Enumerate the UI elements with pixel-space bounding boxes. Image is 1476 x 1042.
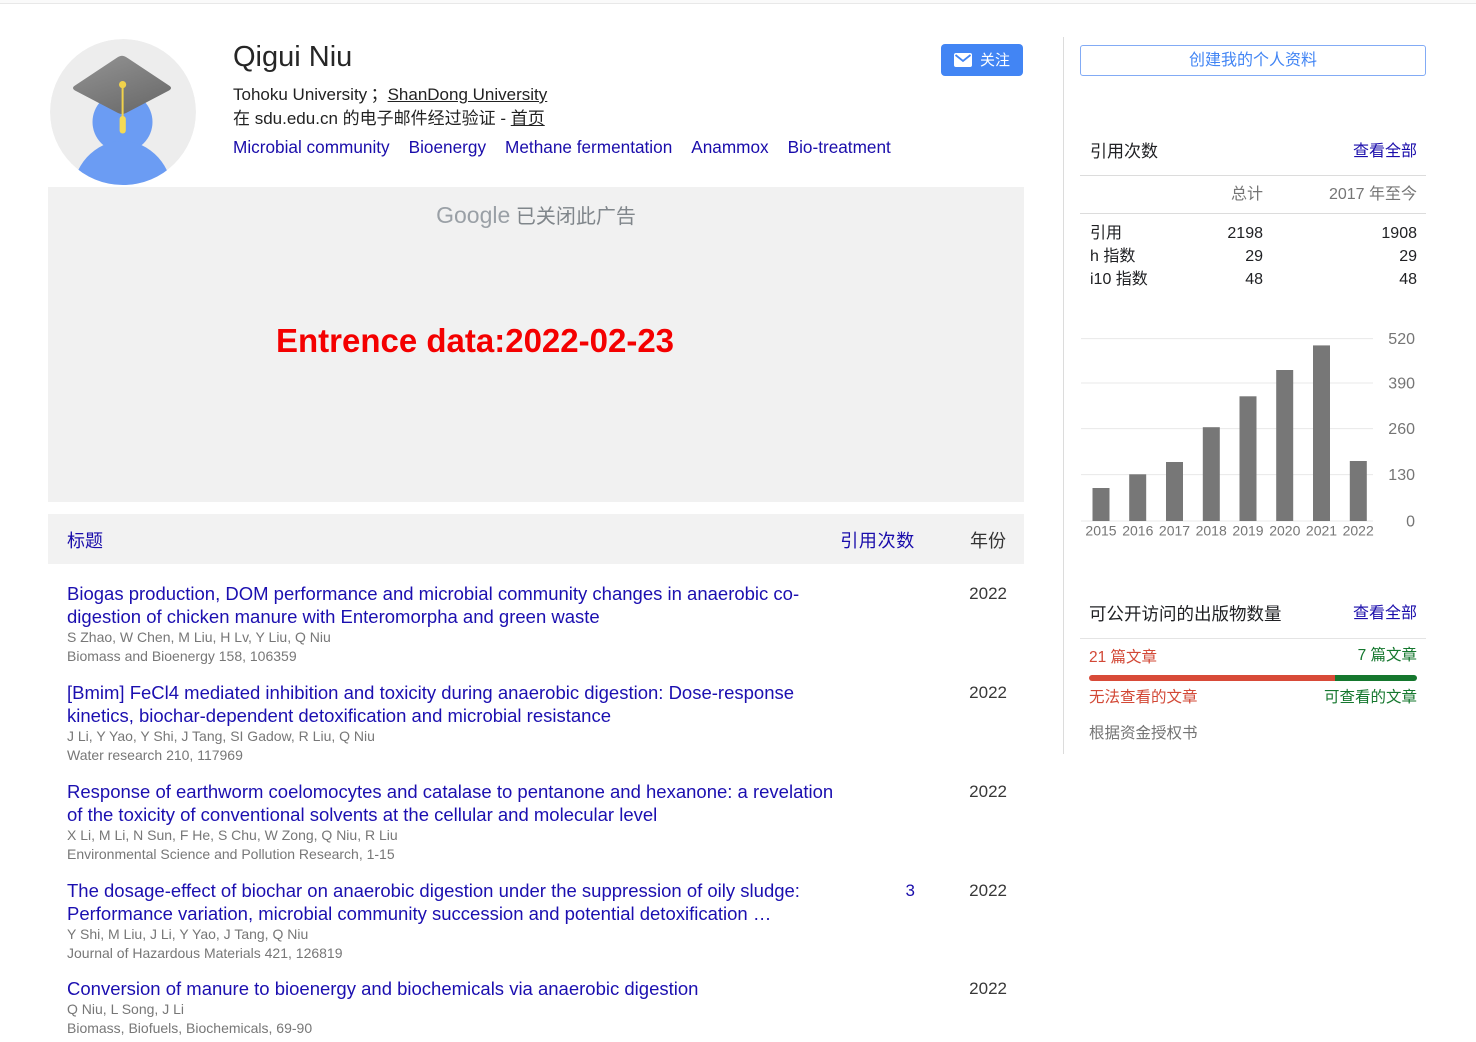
svg-text:2015: 2015 xyxy=(1085,523,1116,539)
svg-text:2016: 2016 xyxy=(1122,523,1153,539)
svg-text:0: 0 xyxy=(1406,514,1415,531)
svg-text:2020: 2020 xyxy=(1269,523,1300,539)
svg-text:2022: 2022 xyxy=(1343,523,1374,539)
svg-text:2021: 2021 xyxy=(1306,523,1337,539)
svg-text:2018: 2018 xyxy=(1196,523,1227,539)
svg-text:260: 260 xyxy=(1388,421,1415,438)
svg-text:390: 390 xyxy=(1388,376,1415,393)
svg-text:2017: 2017 xyxy=(1159,523,1190,539)
svg-text:130: 130 xyxy=(1388,467,1415,484)
svg-text:2019: 2019 xyxy=(1232,523,1263,539)
svg-text:520: 520 xyxy=(1388,331,1415,348)
